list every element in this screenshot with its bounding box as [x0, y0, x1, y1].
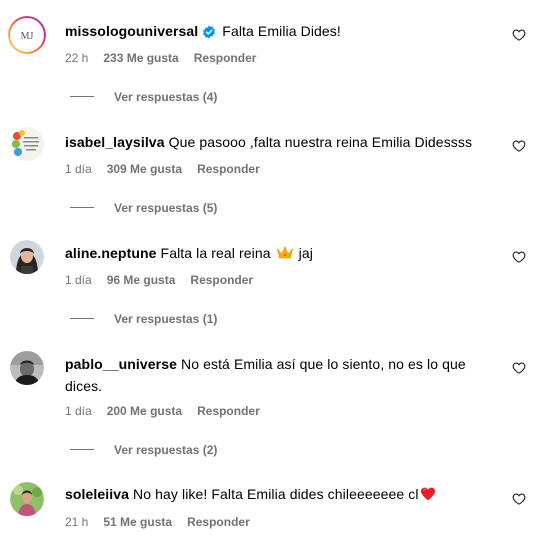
comment-text: Que pasooo ,falta nuestra reina Emilia D… [168, 134, 473, 150]
comment-text: Falta Emilia Dides! [222, 23, 341, 39]
comment-meta: 1 día 309 Me gusta Responder [65, 161, 275, 177]
comment-body: isabel_laysilva Que pasooo ,falta nuestr… [65, 131, 495, 153]
reply-button[interactable]: Responder [197, 404, 260, 418]
timestamp[interactable]: 1 día [65, 273, 92, 287]
view-replies-label: Ver respuestas (1) [114, 312, 218, 326]
like-heart-icon[interactable] [512, 28, 526, 42]
comment-text: No hay like! Falta Emilia dides chileeee… [133, 486, 419, 502]
likes-count[interactable]: 51 Me gusta [103, 515, 172, 529]
view-replies-label: Ver respuestas (4) [114, 90, 218, 104]
avatar[interactable] [10, 127, 44, 161]
divider [70, 449, 94, 450]
like-heart-icon[interactable] [512, 492, 526, 506]
divider [70, 318, 94, 319]
timestamp[interactable]: 21 h [65, 515, 88, 529]
username[interactable]: missologouniversal [65, 23, 198, 39]
username[interactable]: aline.neptune [65, 245, 157, 261]
comment-text-suffix: jaj [298, 245, 313, 261]
crown-emoji-icon [276, 244, 293, 266]
comment-meta: 21 h 51 Me gusta Responder [65, 514, 265, 530]
like-heart-icon[interactable] [512, 139, 526, 153]
reply-button[interactable]: Responder [194, 51, 257, 65]
divider [70, 96, 94, 97]
likes-count[interactable]: 96 Me gusta [107, 273, 176, 287]
timestamp[interactable]: 1 día [65, 162, 92, 176]
comment-body: missologouniversal Falta Emilia Dides! [65, 20, 495, 45]
verified-badge-icon [202, 23, 216, 45]
username[interactable]: pablo__universe [65, 356, 177, 372]
view-replies-button[interactable]: Ver respuestas (4) [70, 89, 217, 105]
avatar[interactable] [10, 240, 44, 274]
likes-count[interactable]: 200 Me gusta [107, 404, 182, 418]
comment-text: Falta la real reina [160, 245, 271, 261]
view-replies-button[interactable]: Ver respuestas (1) [70, 311, 217, 327]
view-replies-button[interactable]: Ver respuestas (2) [70, 442, 217, 458]
comment-body: pablo__universe No está Emilia así que l… [65, 353, 495, 397]
comment-meta: 22 h 233 Me gusta Responder [65, 50, 271, 66]
like-heart-icon[interactable] [512, 250, 526, 264]
view-replies-button[interactable]: Ver respuestas (5) [70, 200, 217, 216]
divider [70, 207, 94, 208]
comment-meta: 1 día 96 Me gusta Responder [65, 272, 268, 288]
view-replies-label: Ver respuestas (5) [114, 201, 218, 215]
reply-button[interactable]: Responder [197, 162, 260, 176]
reply-button[interactable]: Responder [190, 273, 253, 287]
timestamp[interactable]: 1 día [65, 404, 92, 418]
avatar[interactable] [10, 482, 44, 516]
timestamp[interactable]: 22 h [65, 51, 88, 65]
username[interactable]: isabel_laysilva [65, 134, 165, 150]
red-heart-emoji-icon [420, 485, 436, 507]
comment-meta: 1 día 200 Me gusta Responder [65, 403, 275, 419]
likes-count[interactable]: 309 Me gusta [107, 162, 182, 176]
comment-body: soleleiiva No hay like! Falta Emilia did… [65, 483, 495, 507]
username[interactable]: soleleiiva [65, 486, 129, 502]
reply-button[interactable]: Responder [187, 515, 250, 529]
avatar[interactable] [10, 351, 44, 385]
likes-count[interactable]: 233 Me gusta [103, 51, 178, 65]
avatar[interactable]: MJ [8, 16, 46, 54]
comment-body: aline.neptune Falta la real reina jaj [65, 242, 495, 266]
svg-text:MJ: MJ [21, 31, 34, 42]
view-replies-label: Ver respuestas (2) [114, 443, 218, 457]
like-heart-icon[interactable] [512, 361, 526, 375]
